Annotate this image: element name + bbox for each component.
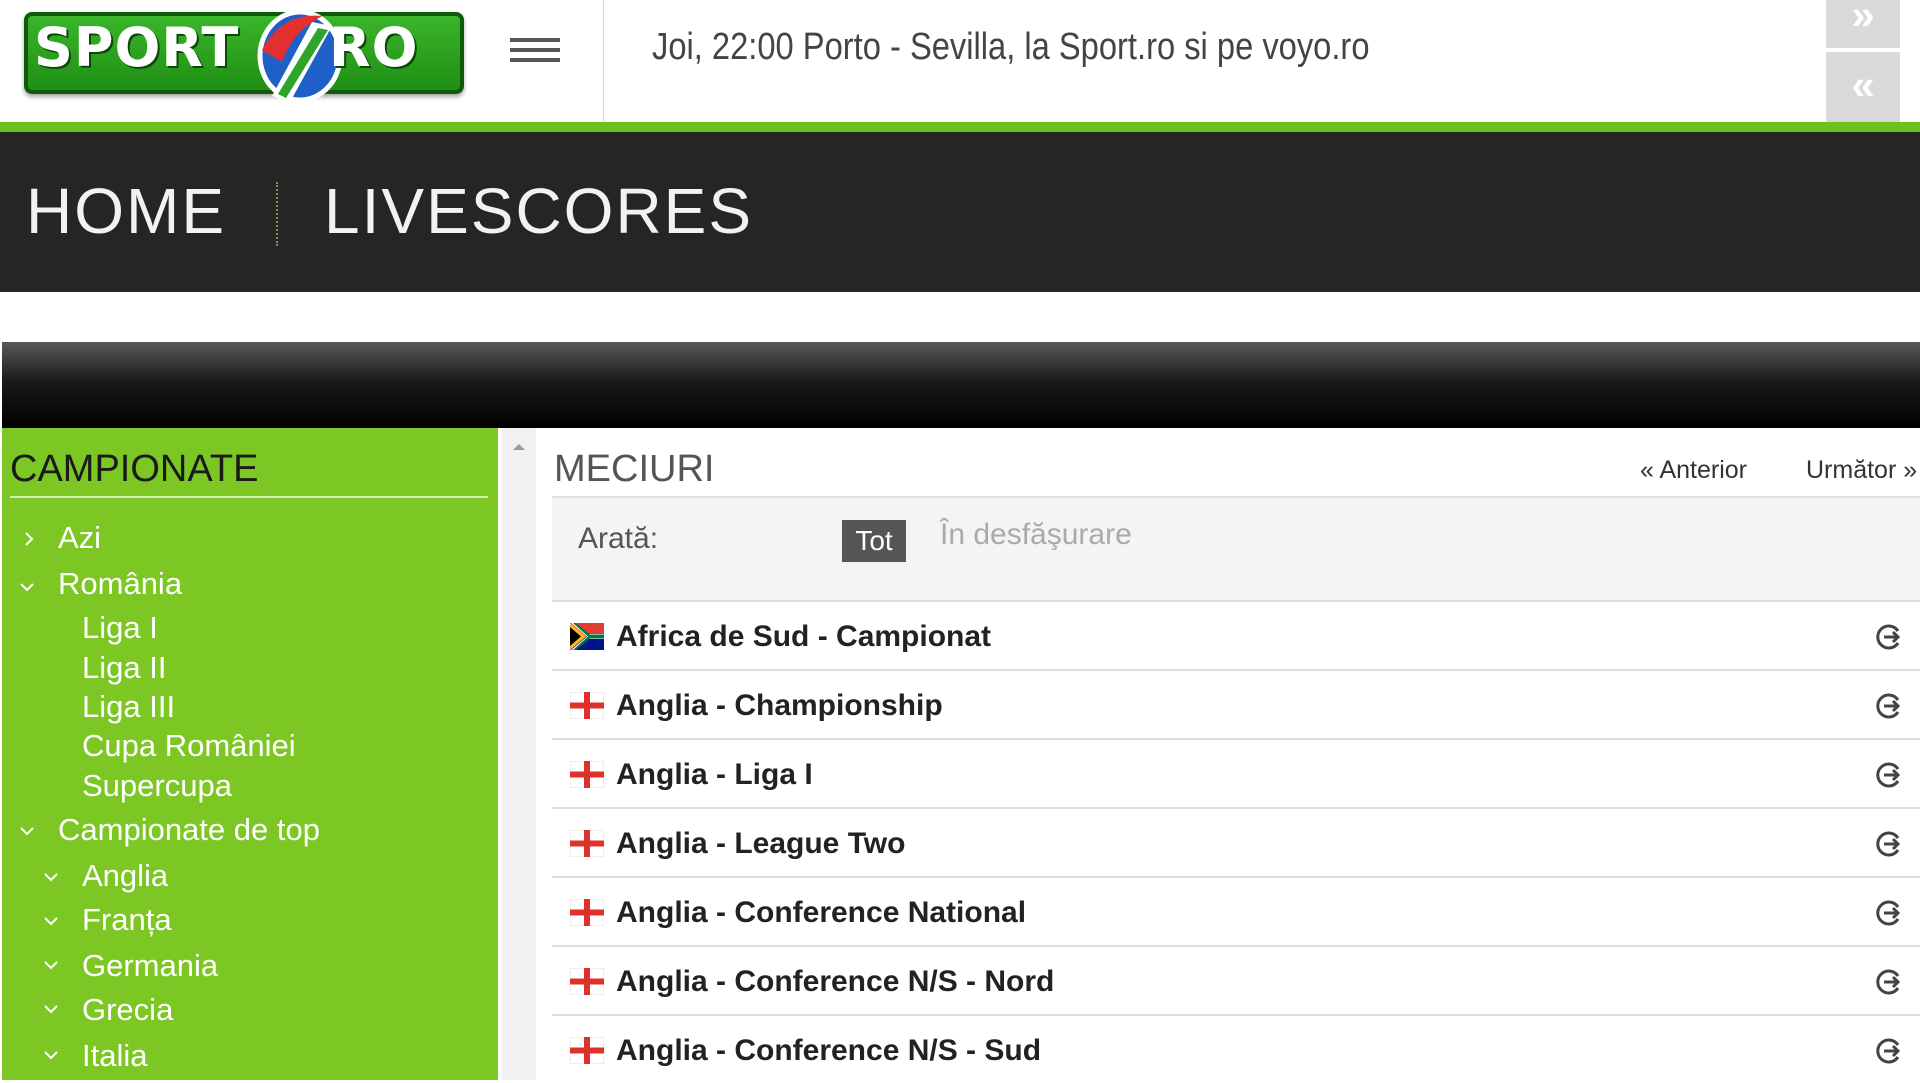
chevron-down-icon — [42, 868, 60, 886]
league-name: Anglia - Conference N/S - Sud — [616, 1034, 1042, 1067]
sport-ro-logo[interactable]: SPORT RO — [24, 9, 464, 103]
ticker-next-button[interactable]: » — [1826, 0, 1900, 48]
england-flag-icon — [570, 899, 604, 926]
scroll-up-arrow-icon[interactable] — [502, 438, 536, 458]
sidebar-item-grecia[interactable]: Grecia — [82, 992, 173, 1028]
league-row[interactable]: Anglia - Conference N/S - Sud — [552, 1014, 1920, 1083]
header-divider — [603, 0, 604, 122]
chevron-right-icon — [20, 530, 38, 548]
previous-day-link[interactable]: « Anterior — [1640, 456, 1747, 485]
arrow-right-circle-icon[interactable] — [1874, 622, 1904, 652]
sidebar-item-anglia[interactable]: Anglia — [82, 858, 168, 894]
black-banner — [2, 342, 1920, 428]
sidebar-item-italia[interactable]: Italia — [82, 1038, 147, 1074]
header-green-rule — [0, 122, 1920, 132]
arrow-right-circle-icon[interactable] — [1874, 691, 1904, 721]
filter-all-button[interactable]: Tot — [842, 520, 906, 562]
chevron-down-icon — [42, 1000, 60, 1018]
sidebar-item-campionate-de-top[interactable]: Campionate de top — [58, 812, 320, 848]
sidebar-item-germania[interactable]: Germania — [82, 948, 218, 984]
chevron-down-icon — [42, 1046, 60, 1064]
league-row[interactable]: Africa de Sud - Campionat — [552, 600, 1920, 669]
nav-home[interactable]: HOME — [26, 174, 226, 248]
nav-separator — [276, 182, 278, 246]
league-name: Anglia - Conference National — [616, 896, 1027, 929]
england-flag-icon — [570, 830, 604, 857]
chevron-down-icon — [42, 912, 60, 930]
logo-text-right: RO — [329, 16, 419, 79]
sidebar-item-cupa-romaniei[interactable]: Cupa României — [82, 728, 296, 764]
arrow-right-circle-icon[interactable] — [1874, 967, 1904, 997]
sidebar-item-azi[interactable]: Azi — [58, 520, 101, 556]
league-name: Anglia - League Two — [616, 827, 906, 860]
england-flag-icon — [570, 761, 604, 788]
league-row[interactable]: Anglia - Conference N/S - Nord — [552, 945, 1920, 1014]
filter-label: Arată: — [578, 522, 659, 555]
arrow-right-circle-icon[interactable] — [1874, 898, 1904, 928]
league-row[interactable]: Anglia - Championship — [552, 669, 1920, 738]
arrow-right-circle-icon[interactable] — [1874, 1036, 1904, 1066]
logo-text-left: SPORT — [34, 16, 240, 79]
england-flag-icon — [570, 1037, 604, 1064]
league-name: Africa de Sud - Campionat — [616, 620, 992, 653]
league-row[interactable]: Anglia - Conference National — [552, 876, 1920, 945]
league-name: Anglia - Liga I — [616, 758, 813, 791]
league-name: Anglia - Championship — [616, 689, 943, 722]
news-ticker[interactable]: Joi, 22:00 Porto - Sevilla, la Sport.ro … — [652, 26, 1369, 69]
sidebar-item-supercupa[interactable]: Supercupa — [82, 768, 232, 804]
main-nav: HOME LIVESCORES — [0, 132, 1920, 292]
sidebar-item-romania[interactable]: România — [58, 566, 182, 602]
chevron-down-icon — [18, 822, 36, 840]
chevron-down-icon — [42, 956, 60, 974]
sidebar-item-liga-2[interactable]: Liga II — [82, 650, 166, 686]
chevron-down-icon — [18, 578, 36, 596]
england-flag-icon — [570, 968, 604, 995]
sidebar-item-liga-3[interactable]: Liga III — [82, 689, 175, 725]
sidebar-title: CAMPIONATE — [10, 448, 259, 490]
league-list: Africa de Sud - Campionat Anglia - Champ… — [552, 600, 1920, 1083]
filter-bar: Arată: Tot În desfăşurare — [552, 498, 1920, 600]
nav-livescores[interactable]: LIVESCORES — [324, 174, 753, 248]
league-row[interactable]: Anglia - League Two — [552, 807, 1920, 876]
sidebar-scrollbar[interactable] — [502, 428, 536, 1080]
sidebar-item-franta[interactable]: Franța — [82, 902, 172, 938]
next-day-link[interactable]: Următor » — [1806, 456, 1917, 485]
ticker-prev-button[interactable]: « — [1826, 52, 1900, 122]
matches-title: MECIURI — [554, 448, 715, 490]
filter-in-progress-button[interactable]: În desfăşurare — [940, 518, 1132, 552]
sidebar-divider — [10, 496, 488, 498]
sidebar-item-liga-1[interactable]: Liga I — [82, 610, 158, 646]
england-flag-icon — [570, 692, 604, 719]
hamburger-menu-icon[interactable] — [510, 32, 562, 72]
top-header: SPORT RO Joi, 22:00 Porto - Sevilla, la … — [0, 0, 1920, 122]
south-africa-flag-icon — [570, 623, 604, 650]
arrow-right-circle-icon[interactable] — [1874, 829, 1904, 859]
arrow-right-circle-icon[interactable] — [1874, 760, 1904, 790]
league-row[interactable]: Anglia - Liga I — [552, 738, 1920, 807]
league-name: Anglia - Conference N/S - Nord — [616, 965, 1055, 998]
sidebar-campionate: CAMPIONATE Azi România Liga I Liga II Li… — [2, 428, 498, 1080]
